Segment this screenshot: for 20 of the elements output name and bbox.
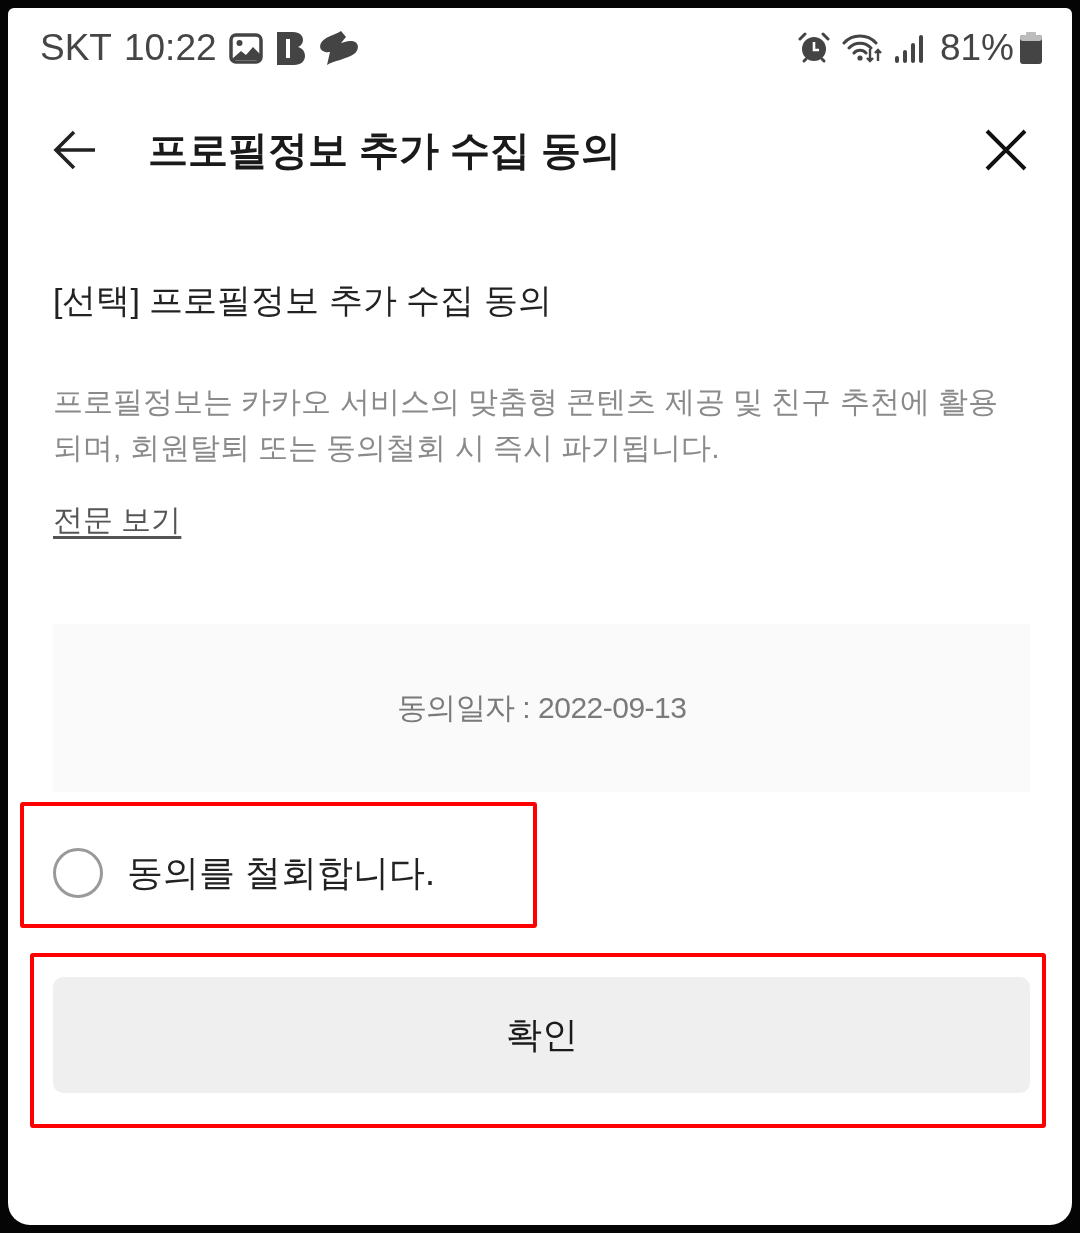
radio-label[interactable]: 동의를 철회합니다. — [127, 848, 435, 898]
page-title: 프로필정보 추가 수집 동의 — [148, 127, 623, 174]
description-text: 프로필정보는 카카오 서비스의 맞춤형 콘텐츠 제공 및 친구 추천에 활용되며, 회원탈퇴 또는 동의철회 시 즉시 파기됩니다. — [53, 384, 999, 466]
section-title: [선택] 프로필정보 추가 수집 동의 — [53, 280, 553, 321]
full-text-link[interactable]: 전문 보기 — [53, 497, 182, 543]
gallery-icon — [228, 32, 263, 64]
radio-button[interactable] — [53, 848, 103, 898]
signal-icon — [894, 33, 924, 63]
close-icon[interactable] — [985, 129, 1027, 171]
alarm-icon — [797, 32, 830, 64]
battery-percent: 81% — [939, 26, 1014, 70]
consent-date-text: 동의일자 : 2022-09-13 — [396, 690, 687, 726]
wifi-icon — [841, 33, 883, 63]
battery-icon — [1020, 32, 1042, 64]
back-arrow-icon[interactable] — [53, 130, 96, 170]
status-time: 10:22 — [123, 26, 217, 70]
swirl-icon — [318, 31, 359, 65]
confirm-button[interactable]: 확인 — [53, 977, 1030, 1093]
carrier-name: SKT — [40, 26, 112, 70]
letter-b-icon — [276, 31, 305, 65]
